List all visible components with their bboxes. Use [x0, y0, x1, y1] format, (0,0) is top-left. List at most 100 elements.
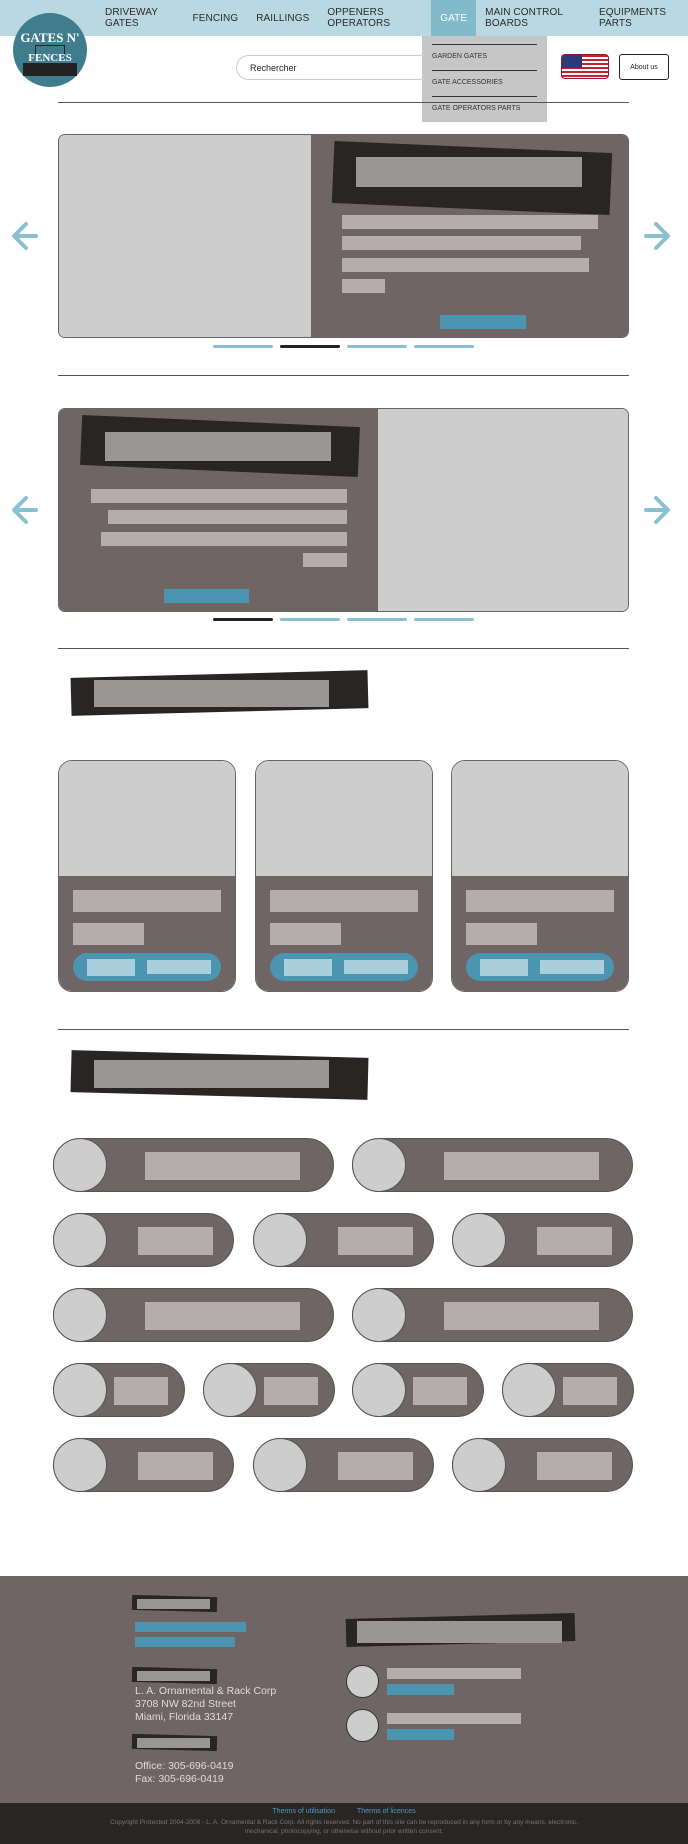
slider-dot[interactable]	[414, 345, 474, 348]
nav-item-equipments-parts[interactable]: EQUIPMENTS PARTS	[590, 0, 688, 36]
cta-segment	[284, 959, 332, 976]
category-image	[452, 1213, 506, 1267]
slider-dot[interactable]	[213, 345, 273, 348]
logo[interactable]: GATES N' FENCES	[13, 13, 87, 87]
category-image	[53, 1363, 107, 1417]
terms-of-licences-link[interactable]: Therms of licences	[357, 1808, 416, 1815]
category-label-placeholder	[413, 1377, 467, 1405]
footer-link-placeholder[interactable]	[135, 1622, 246, 1632]
slider-dot-active[interactable]	[213, 618, 273, 621]
category-pill[interactable]	[352, 1363, 484, 1417]
footer-address-line: L. A. Ornamental & Rack Corp	[135, 1685, 277, 1697]
footer-heading-placeholder	[137, 1671, 210, 1681]
slider-prev-arrow-icon[interactable]	[10, 216, 40, 256]
section-title-placeholder	[94, 680, 329, 707]
category-label-placeholder	[138, 1227, 213, 1255]
slider-dot-active[interactable]	[280, 345, 340, 348]
slider-next-arrow-icon[interactable]	[642, 490, 672, 530]
page: DRIVEWAY GATES FENCING RAILLINGS OPPENER…	[0, 0, 688, 1844]
card-price-placeholder	[270, 923, 341, 945]
footer-link-placeholder[interactable]	[135, 1637, 235, 1647]
flag-canton	[562, 55, 582, 68]
nav-item-fencing[interactable]: FENCING	[184, 0, 248, 36]
category-pill[interactable]	[203, 1363, 335, 1417]
category-pill[interactable]	[53, 1438, 234, 1492]
category-label-placeholder	[444, 1152, 599, 1180]
slide-cta-button[interactable]	[440, 315, 526, 329]
search-input[interactable]: Rechercher	[236, 55, 424, 80]
nav-item-raillings[interactable]: RAILLINGS	[247, 0, 318, 36]
cta-segment	[540, 960, 604, 974]
cta-segment	[480, 959, 528, 976]
footer-item-link-placeholder[interactable]	[387, 1729, 454, 1740]
slider-dot[interactable]	[414, 618, 474, 621]
dropdown-item-garden-gates[interactable]: GARDEN GATES	[432, 53, 487, 60]
logo-text-bottom: FENCES	[28, 52, 72, 64]
category-image	[53, 1138, 107, 1192]
category-image	[253, 1438, 307, 1492]
dropdown-item-gate-operators-parts[interactable]: GATE OPERATORS PARTS	[432, 105, 520, 112]
slider-dot[interactable]	[347, 345, 407, 348]
footer-item-title-placeholder	[387, 1668, 521, 1679]
slider-prev-arrow-icon[interactable]	[10, 490, 40, 530]
category-pill[interactable]	[53, 1138, 334, 1192]
footer-item-link-placeholder[interactable]	[387, 1684, 454, 1695]
slide-cta-button[interactable]	[164, 589, 249, 603]
card-cta-button[interactable]	[73, 953, 221, 981]
top-nav-bar: DRIVEWAY GATES FENCING RAILLINGS OPPENER…	[0, 0, 688, 36]
product-card[interactable]	[255, 760, 433, 992]
us-flag-icon[interactable]	[561, 54, 609, 79]
card-title-placeholder	[270, 890, 418, 912]
category-label-placeholder	[145, 1302, 300, 1330]
dropdown-item-gate-accessories[interactable]: GATE ACCESSORIES	[432, 79, 503, 86]
divider	[58, 1029, 629, 1030]
slide-title-placeholder	[356, 157, 582, 187]
slide-title-placeholder	[105, 432, 331, 461]
dropdown-divider	[432, 96, 537, 97]
nav-item-gate[interactable]: GATE	[431, 0, 477, 36]
category-pill[interactable]	[502, 1363, 634, 1417]
slide-text-line	[342, 258, 589, 272]
slide-text-line	[342, 236, 581, 250]
category-image	[352, 1288, 406, 1342]
category-pill[interactable]	[53, 1288, 334, 1342]
slider-dot[interactable]	[347, 618, 407, 621]
category-pill[interactable]	[53, 1363, 185, 1417]
terms-of-use-link[interactable]: Therms of utilisation	[272, 1808, 335, 1815]
category-pill[interactable]	[352, 1288, 633, 1342]
slider-pagination	[213, 345, 474, 348]
category-pill[interactable]	[452, 1438, 633, 1492]
slider-dot[interactable]	[280, 618, 340, 621]
product-card[interactable]	[451, 760, 629, 992]
category-image	[53, 1288, 107, 1342]
footer-heading-placeholder	[137, 1738, 210, 1748]
category-label-placeholder	[338, 1452, 413, 1480]
card-cta-button[interactable]	[270, 953, 418, 981]
nav-item-driveway-gates[interactable]: DRIVEWAY GATES	[96, 0, 184, 36]
category-label-placeholder	[444, 1302, 599, 1330]
slide-text-line	[342, 279, 385, 293]
about-us-button[interactable]: About us	[619, 54, 669, 80]
nav-item-main-control-boards[interactable]: MAIN CONTROL BOARDS	[476, 0, 590, 36]
product-card[interactable]	[58, 760, 236, 992]
category-pill[interactable]	[352, 1138, 633, 1192]
footer-item-image	[346, 1709, 379, 1742]
category-pill[interactable]	[253, 1438, 434, 1492]
category-pill[interactable]	[253, 1213, 434, 1267]
slider-next-arrow-icon[interactable]	[642, 216, 672, 256]
slide-image-placeholder	[59, 135, 311, 337]
slide-text-line	[342, 215, 598, 229]
footer: L. A. Ornamental & Rack Corp 3708 NW 82n…	[0, 1576, 688, 1803]
logo-text-top: GATES N'	[20, 30, 80, 45]
category-image	[203, 1363, 257, 1417]
divider	[58, 102, 629, 103]
category-pill[interactable]	[53, 1213, 234, 1267]
gate-dropdown-menu: GARDEN GATES GATE ACCESSORIES GATE OPERA…	[422, 36, 547, 122]
category-pill[interactable]	[452, 1213, 633, 1267]
category-image	[352, 1363, 406, 1417]
footer-heading-placeholder	[357, 1621, 562, 1643]
card-cta-button[interactable]	[466, 953, 614, 981]
cta-segment	[87, 959, 135, 976]
nav-item-openers-operators[interactable]: OPPENERS OPERATORS	[318, 0, 431, 36]
slide-text-line	[303, 553, 347, 567]
